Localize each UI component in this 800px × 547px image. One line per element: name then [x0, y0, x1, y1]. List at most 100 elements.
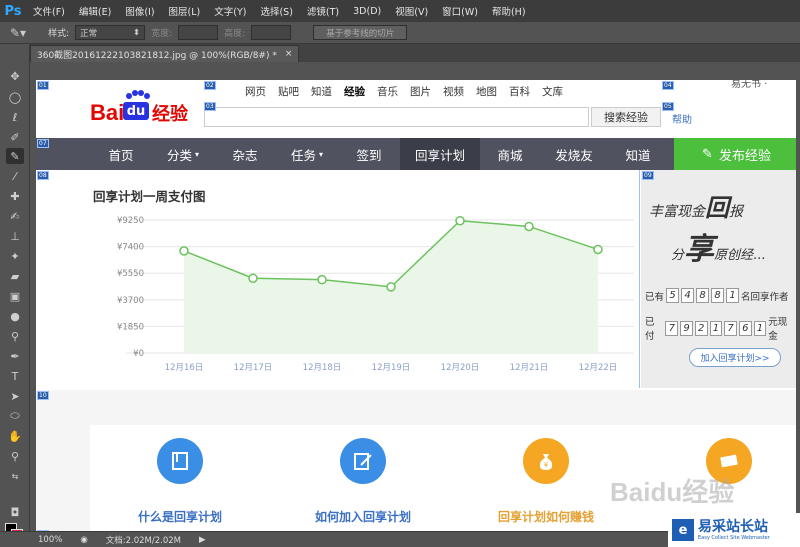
eraser-tool-icon[interactable]: ▰ — [6, 268, 24, 284]
menu-type[interactable]: 文字(Y) — [207, 4, 253, 18]
zoom-tool-icon[interactable]: ⚲ — [6, 448, 24, 464]
height-label: 高度: — [224, 29, 246, 39]
nav-zhidao[interactable]: 知道 — [608, 138, 668, 170]
topnav-baike[interactable]: 百科 — [503, 84, 536, 99]
topnav-zhidao[interactable]: 知道 — [305, 84, 338, 99]
history-brush-tool-icon[interactable]: ✦ — [6, 248, 24, 264]
user-name[interactable]: 易无书 · — [731, 80, 767, 90]
close-icon[interactable]: × — [285, 49, 293, 59]
topnav-music[interactable]: 音乐 — [371, 84, 404, 99]
baidu-logo-du: du — [123, 102, 149, 120]
lasso-tool-icon[interactable]: ℓ — [6, 109, 24, 125]
photoshop-logo: Ps — [4, 3, 22, 19]
ad-slogan-1: 丰富现金回报 — [649, 193, 743, 222]
topnav-web[interactable]: 网页 — [239, 84, 272, 99]
data-point — [179, 246, 189, 256]
slice-marker[interactable]: 09 — [642, 171, 654, 180]
menu-filter[interactable]: 滤镜(T) — [300, 4, 346, 18]
quick-mask-icon[interactable]: ◘ — [6, 504, 24, 520]
dodge-tool-icon[interactable]: ⚲ — [6, 328, 24, 344]
width-input[interactable] — [178, 25, 219, 40]
menu-help[interactable]: 帮助(H) — [485, 4, 533, 18]
slice-marker[interactable]: 01 — [37, 81, 49, 90]
ad-slogan-2: 分享原创经... — [671, 232, 766, 267]
topnav-jingyan[interactable]: 经验 — [338, 84, 371, 99]
slice-marker[interactable]: 02 — [204, 81, 216, 90]
slice-tool-icon[interactable]: ✎ — [6, 148, 24, 164]
y-tick-label: ¥7400 — [117, 243, 144, 253]
nav-mall[interactable]: 商城 — [480, 138, 540, 170]
canvas-area[interactable]: 易无书 · Bai du 经验 网页 贴吧 知道 经验 音乐 图片 视频 地图 … — [31, 62, 800, 531]
topnav-tieba[interactable]: 贴吧 — [272, 84, 305, 99]
export-icon[interactable]: ◉ — [80, 535, 87, 545]
pen-tool-icon[interactable]: ✒ — [6, 348, 24, 364]
menu-layer[interactable]: 图层(L) — [162, 4, 208, 18]
y-tick-label: ¥1850 — [117, 322, 144, 332]
nav-magazine[interactable]: 杂志 — [214, 138, 276, 170]
quick-select-tool-icon[interactable]: ✐ — [6, 129, 24, 145]
eyedropper-tool-icon[interactable]: ⁄ — [6, 168, 24, 184]
join-huixiang-button[interactable]: 加入回享计划>> — [689, 348, 781, 367]
svg-text:¥: ¥ — [544, 461, 549, 469]
menu-image[interactable]: 图像(I) — [118, 4, 161, 18]
topnav-video[interactable]: 视频 — [437, 84, 470, 99]
blur-tool-icon[interactable]: ● — [6, 308, 24, 324]
slice-marker[interactable]: 10 — [37, 391, 49, 400]
photoshop-window: Ps 文件(F) 编辑(E) 图像(I) 图层(L) 文字(Y) 选择(S) 滤… — [0, 0, 800, 547]
swap-colors-icon[interactable]: ⇆ — [6, 468, 24, 484]
topnav-map[interactable]: 地图 — [470, 84, 503, 99]
slice-marker[interactable]: 08 — [37, 171, 49, 180]
brush-tool-icon[interactable]: ✍ — [6, 208, 24, 224]
type-tool-icon[interactable]: T — [6, 368, 24, 384]
feature-how-to-join[interactable]: 如何加入回享计划 — [273, 425, 453, 531]
stamp-tool-icon[interactable]: ⊥ — [6, 228, 24, 244]
menu-bar: Ps 文件(F) 编辑(E) 图像(I) 图层(L) 文字(Y) 选择(S) 滤… — [0, 0, 800, 22]
height-input[interactable] — [251, 25, 292, 40]
topnav-wenku[interactable]: 文库 — [536, 84, 569, 99]
slice-marker[interactable]: 07 — [37, 139, 49, 148]
nav-category[interactable]: 分类 ▾ — [152, 138, 214, 170]
topnav-images[interactable]: 图片 — [404, 84, 437, 99]
slice-marker[interactable]: 05 — [662, 102, 674, 111]
nav-signin[interactable]: 签到 — [338, 138, 400, 170]
search-input[interactable] — [204, 107, 589, 127]
slice-marker[interactable]: 03 — [204, 102, 216, 111]
x-tick-label: 12月20日 — [441, 363, 480, 373]
menu-file[interactable]: 文件(F) — [26, 4, 72, 18]
search-button[interactable]: 搜索经验 — [591, 107, 661, 127]
slice-tool-icon[interactable]: ✎▾ — [10, 26, 26, 40]
menu-edit[interactable]: 编辑(E) — [72, 4, 118, 18]
hand-tool-icon[interactable]: ✋ — [6, 428, 24, 444]
slice-marker[interactable]: 04 — [662, 81, 674, 90]
data-point — [248, 273, 258, 283]
move-tool-icon[interactable]: ✥ — [6, 68, 24, 84]
style-select[interactable]: 正常 ⬍ — [75, 25, 146, 40]
nav-home[interactable]: 首页 — [90, 138, 152, 170]
menu-3d[interactable]: 3D(D) — [346, 6, 388, 17]
site-watermark: e 易采站长站 Easy Collect Site Webmaster — [668, 513, 800, 547]
healing-tool-icon[interactable]: ✚ — [6, 188, 24, 204]
shape-tool-icon[interactable]: ⬭ — [6, 408, 24, 424]
nav-huixiang[interactable]: 回享计划 — [400, 138, 480, 170]
marquee-tool-icon[interactable]: ◯ — [6, 89, 24, 105]
zoom-level[interactable]: 100% — [38, 535, 62, 545]
menu-window[interactable]: 窗口(W) — [435, 4, 485, 18]
publish-button[interactable]: ✎ 发布经验 — [674, 138, 796, 170]
document-size[interactable]: 文档:2.02M/2.02M — [106, 534, 181, 546]
feature-how-to-earn[interactable]: ¥ 回享计划如何赚钱 — [456, 425, 636, 531]
gradient-tool-icon[interactable]: ▣ — [6, 288, 24, 304]
y-tick-label: ¥3700 — [117, 296, 144, 306]
path-select-tool-icon[interactable]: ➤ — [6, 388, 24, 404]
nav-fans[interactable]: 发烧友 — [540, 138, 608, 170]
help-link[interactable]: 帮助 — [672, 111, 692, 126]
feature-what-is[interactable]: 什么是回享计划 — [90, 425, 270, 531]
menu-view[interactable]: 视图(V) — [388, 4, 435, 18]
menu-select[interactable]: 选择(S) — [253, 4, 299, 18]
slices-from-guides-button[interactable]: 基于参考线的切片 — [313, 25, 408, 40]
play-icon[interactable]: ▶ — [199, 535, 206, 545]
document-tab[interactable]: 360截图20161222103821812.jpg @ 100%(RGB/8#… — [30, 45, 300, 62]
chevron-down-icon: ▾ — [195, 149, 200, 159]
nav-task[interactable]: 任务 ▾ — [276, 138, 338, 170]
document-canvas[interactable]: 易无书 · Bai du 经验 网页 贴吧 知道 经验 音乐 图片 视频 地图 … — [36, 80, 796, 531]
huixiang-ad-panel: 丰富现金回报 分享原创经... 已有 5 4 8 8 1 名回享作者 已付 7 — [641, 170, 796, 388]
